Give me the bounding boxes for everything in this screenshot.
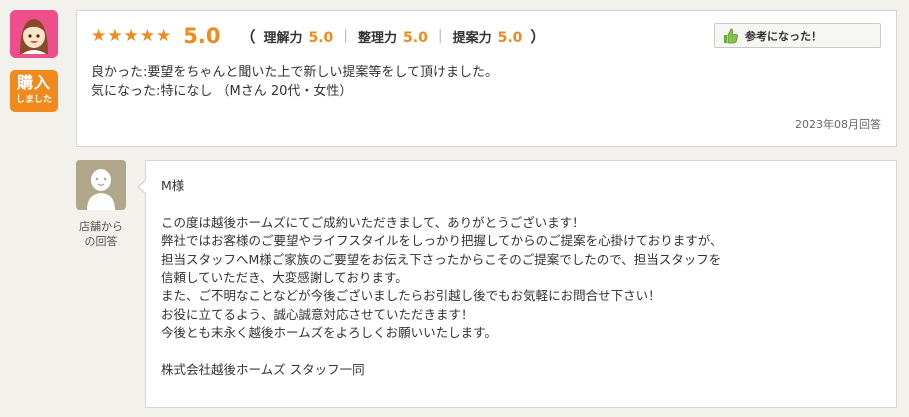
reply-line: 担当スタッフへM様ご家族のご要望をお伝え下さったからこそのご提案でしたので、担当… <box>161 251 722 267</box>
reply-line: この度は越後ホームズにてご成約いただきまして、ありがとうございます！ <box>161 214 585 230</box>
reply-line: 信頼していただき、大変感謝しております。 <box>161 270 408 286</box>
purchase-badge: 購入 しました <box>10 70 58 112</box>
reply-line: 株式会社越後ホームズ スタッフ一同 <box>161 362 365 378</box>
sub-rating-score: 5.0 <box>497 29 523 46</box>
reply-line <box>161 343 723 361</box>
purchase-badge-main: 購入 <box>16 73 51 92</box>
sub-rating-proposal: 提案力 5.0 <box>453 27 523 46</box>
star-rating: ★ ★ ★ ★ ★ <box>91 26 171 46</box>
sub-rating-score: 5.0 <box>308 29 334 46</box>
store-reply-label: 店舗から の回答 <box>76 219 126 249</box>
review-good-line: 良かった:要望をちゃんと聞いた上で新しい提案等をして頂けました。 <box>91 65 498 80</box>
sub-rating-label: 提案力 <box>452 30 492 46</box>
star-icon: ★ <box>91 26 107 46</box>
open-paren: （ <box>240 27 256 46</box>
store-label-line: 店舗から <box>79 220 123 233</box>
reply-line: 今後とも末永く越後ホームズをよろしくお願いいたします。 <box>161 325 497 341</box>
helpful-button-label: 参考になった！ <box>745 29 822 43</box>
sub-rating-label: 理解力 <box>263 30 303 46</box>
review-concern-line: 気になった:特になし （Mさん 20代・女性） <box>91 84 353 99</box>
reply-line: お役に立てるよう、誠心誠意対応させていただきます！ <box>161 306 474 322</box>
store-avatar <box>76 160 126 210</box>
purchase-badge-sub: しました <box>15 95 52 105</box>
separator: | <box>343 28 349 44</box>
close-paren: ） <box>530 27 546 46</box>
review-date: 2023年08月回答 <box>795 118 881 131</box>
star-icon: ★ <box>107 26 123 46</box>
reply-line: また、ご不明なことなどが今後ございましたらお引越し後でもお気軽にお問合せ下さい！ <box>161 288 661 304</box>
reviewer-avatar <box>10 10 58 58</box>
star-icon: ★ <box>156 26 172 46</box>
store-label-line: の回答 <box>84 235 118 248</box>
reply-line: M様 <box>161 178 185 193</box>
separator: | <box>437 28 443 44</box>
helpful-button[interactable]: 参考になった！ <box>714 23 881 48</box>
store-staff-icon <box>76 160 126 210</box>
rating-row: ★ ★ ★ ★ ★ 5.0 （ 理解力 5.0 | 整理力 5.0 | 提案力 … <box>91 23 545 49</box>
review-text: 良かった:要望をちゃんと聞いた上で新しい提案等をして頂けました。 気になった:特… <box>91 63 498 101</box>
sub-rating-organizing: 整理力 5.0 <box>358 27 428 46</box>
overall-score: 5.0 <box>183 24 221 48</box>
star-icon: ★ <box>139 26 155 46</box>
thumbs-up-icon <box>724 28 739 43</box>
sub-rating-label: 整理力 <box>358 30 398 46</box>
star-icon: ★ <box>123 26 139 46</box>
reply-line: 弊社ではお客様のご要望やライフスタイルをしっかり把握してからのご提案を心掛けてお… <box>161 233 723 249</box>
sub-rating-understanding: 理解力 5.0 <box>263 27 333 46</box>
female-face-icon <box>10 10 58 58</box>
store-reply-card: M様 この度は越後ホームズにてご成約いただきまして、ありがとうございます！ 弊社… <box>137 160 897 408</box>
review-card: ★ ★ ★ ★ ★ 5.0 （ 理解力 5.0 | 整理力 5.0 | 提案力 … <box>76 10 897 147</box>
reply-line <box>161 195 723 213</box>
store-reply-text: M様 この度は越後ホームズにてご成約いただきまして、ありがとうございます！ 弊社… <box>161 177 723 379</box>
sub-rating-score: 5.0 <box>403 29 428 46</box>
